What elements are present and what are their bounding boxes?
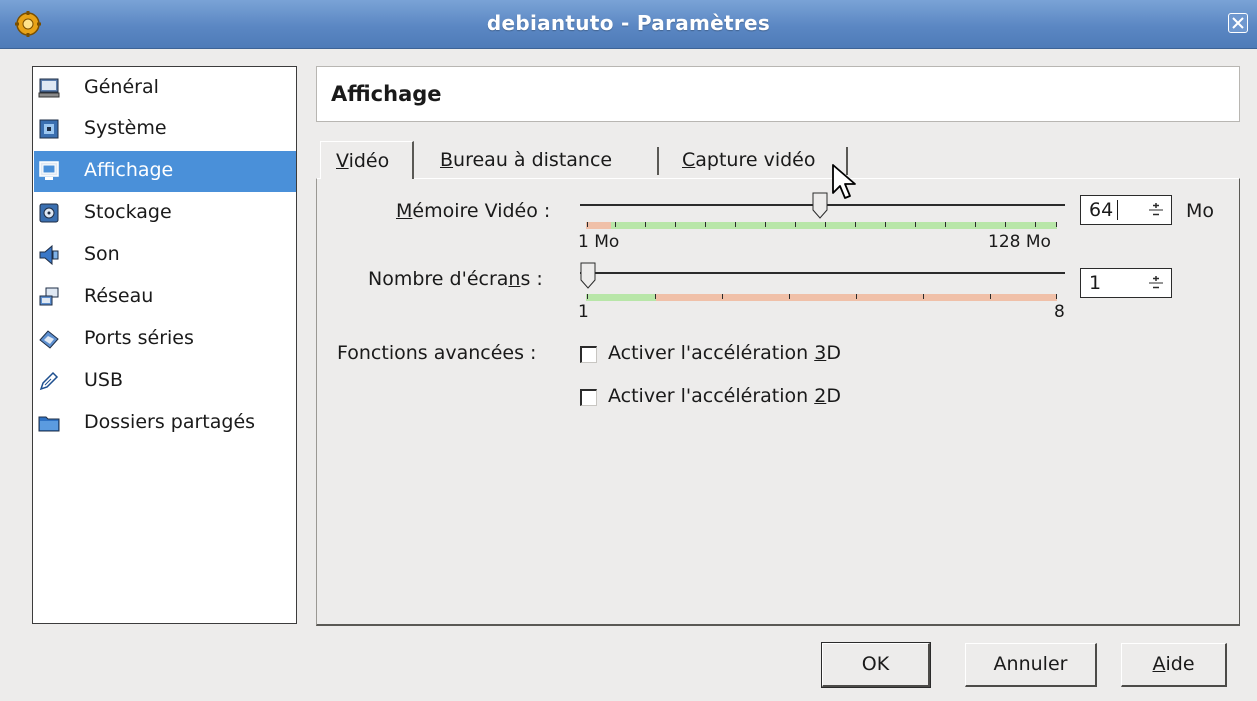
slider-tick: [587, 294, 588, 299]
slider-tick: [735, 222, 736, 227]
accel-2d-label[interactable]: Activer l'accélération 2D: [608, 385, 841, 407]
help-button[interactable]: Aide: [1121, 643, 1227, 687]
cancel-button[interactable]: Annuler: [965, 643, 1097, 687]
sidebar-item-display[interactable]: Affichage: [34, 151, 296, 192]
text-cursor: [1117, 200, 1118, 220]
page-title: Affichage: [331, 82, 442, 106]
video-memory-max-label: 128 Mo: [988, 232, 1051, 252]
spin-arrows-icon[interactable]: [1147, 274, 1165, 292]
video-memory-label: Mémoire Vidéo :: [396, 200, 551, 222]
sidebar-item-label: Affichage: [84, 159, 174, 181]
tab-separator: [657, 147, 659, 175]
video-memory-spinbox[interactable]: 64: [1080, 195, 1172, 225]
video-memory-min-label: 1 Mo: [578, 232, 620, 252]
tab-label: Bureau à distance: [440, 149, 613, 171]
slider-tick: [587, 222, 588, 227]
disk-icon: [39, 203, 59, 223]
slider-tick: [795, 222, 796, 227]
screen-count-value: 1: [1089, 272, 1102, 294]
slider-tick: [1005, 222, 1006, 227]
accel-3d-checkbox[interactable]: [580, 346, 597, 363]
slider-tick: [1056, 222, 1057, 227]
slider-tick: [765, 222, 766, 227]
slider-tick: [655, 294, 656, 299]
folder-icon: [38, 416, 60, 432]
serial-port-icon: [39, 330, 59, 349]
sidebar-item-serial-ports[interactable]: Ports séries: [34, 319, 296, 360]
sidebar-item-storage[interactable]: Stockage: [34, 193, 296, 234]
sidebar-item-usb[interactable]: USB: [34, 361, 296, 402]
slider-tick: [825, 222, 826, 227]
sidebar-item-label: Dossiers partagés: [84, 411, 256, 433]
slider-tick: [975, 222, 976, 227]
display-icon: [39, 161, 59, 180]
sidebar-item-shared-folders[interactable]: Dossiers partagés: [34, 403, 296, 444]
monitor-icon: [38, 78, 60, 98]
tab-label: Vidéo: [336, 150, 390, 172]
slider-tick: [1035, 222, 1036, 227]
page-header: Affichage: [316, 66, 1240, 122]
slider-tick: [885, 222, 886, 227]
slider-tick: [855, 222, 856, 227]
advanced-features-label: Fonctions avancées :: [337, 342, 537, 364]
slider-tick: [915, 222, 916, 227]
sidebar-item-label: Général: [84, 76, 159, 98]
network-icon: [39, 287, 59, 306]
tab-video[interactable]: Vidéo: [320, 141, 414, 179]
speaker-icon: [39, 244, 59, 266]
accel-2d-checkbox[interactable]: [580, 389, 597, 406]
slider-tick: [923, 294, 924, 299]
sidebar-item-label: Réseau: [84, 285, 154, 307]
sidebar-item-sound[interactable]: Son: [34, 235, 296, 276]
sidebar-item-label: USB: [84, 369, 124, 391]
slider-range-ok: [586, 294, 656, 301]
sidebar-item-label: Son: [84, 243, 120, 265]
sidebar-item-label: Stockage: [84, 201, 172, 223]
screen-count-min-label: 1: [578, 302, 589, 322]
video-memory-unit: Mo: [1186, 200, 1215, 222]
slider-range-low: [586, 222, 611, 229]
screen-count-label: Nombre d'écrans :: [368, 268, 543, 290]
sidebar-item-label: Système: [84, 117, 167, 139]
usb-icon: [39, 371, 59, 391]
slider-range-ok: [611, 222, 1057, 229]
tab-label: Capture vidéo: [682, 149, 816, 171]
slider-tick: [705, 222, 706, 227]
ok-button[interactable]: OK: [821, 642, 931, 688]
slider-tick: [990, 294, 991, 299]
sidebar-item-label: Ports séries: [84, 327, 194, 349]
slider-tick: [722, 294, 723, 299]
screen-count-slider-thumb[interactable]: [580, 262, 596, 290]
settings-category-list[interactable]: Général Système Affichage Stockage Son R…: [32, 66, 297, 624]
video-memory-value: 64: [1089, 199, 1114, 221]
accel-3d-label[interactable]: Activer l'accélération 3D: [608, 342, 841, 364]
slider-groove: [580, 272, 1065, 274]
title-bar[interactable]: debiantuto - Paramètres: [0, 0, 1257, 49]
slider-tick: [1056, 294, 1057, 299]
mouse-cursor-icon: [832, 164, 856, 199]
slider-tick: [945, 222, 946, 227]
slider-tick: [645, 222, 646, 227]
video-memory-slider-thumb[interactable]: [812, 192, 828, 220]
slider-tick: [675, 222, 676, 227]
slider-tick: [856, 294, 857, 299]
slider-tick: [789, 294, 790, 299]
sidebar-item-network[interactable]: Réseau: [34, 277, 296, 318]
screen-count-spinbox[interactable]: 1: [1080, 268, 1172, 298]
chip-icon: [39, 119, 59, 139]
sidebar-item-system[interactable]: Système: [34, 109, 296, 150]
window-title: debiantuto - Paramètres: [486, 11, 771, 35]
tab-remote-desktop[interactable]: Bureau à distance: [428, 141, 656, 179]
tab-video-capture[interactable]: Capture vidéo: [670, 141, 848, 179]
close-button[interactable]: [1228, 13, 1248, 33]
slider-tick: [615, 222, 616, 227]
spin-arrows-icon[interactable]: [1147, 201, 1165, 219]
screen-count-max-label: 8: [1054, 302, 1065, 322]
close-icon: [1232, 17, 1244, 29]
sidebar-item-general[interactable]: Général: [34, 68, 296, 109]
